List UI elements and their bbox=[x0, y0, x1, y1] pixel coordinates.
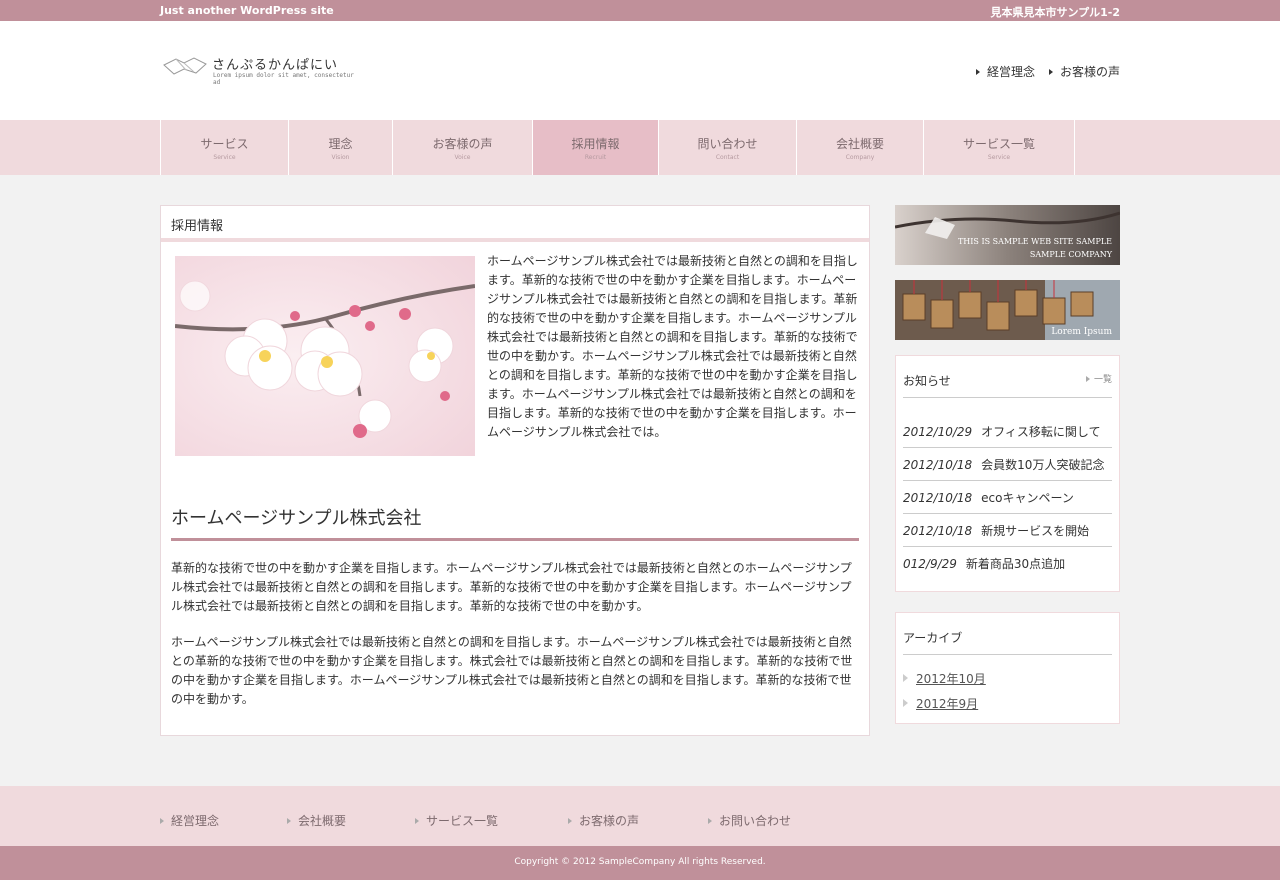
logo-name: さんぷるかんぱにい bbox=[212, 58, 339, 73]
nav-sublabel: Contact bbox=[715, 154, 740, 161]
news-text: オフィス移転に関して bbox=[981, 425, 1101, 439]
archive-title: アーカイブ bbox=[903, 631, 963, 645]
nav-item-contact[interactable]: 問い合わせ Contact bbox=[659, 120, 797, 175]
nav-sublabel: Service bbox=[987, 154, 1011, 161]
footer-link-philosophy[interactable]: 経営理念 bbox=[160, 812, 219, 829]
top-bar: Just another WordPress site 見本県見本市サンプル1-… bbox=[0, 0, 1280, 21]
banner-sample-site[interactable]: THIS IS SAMPLE WEB SITE SAMPLE SAMPLE CO… bbox=[895, 205, 1120, 265]
body-paragraph: 革新的な技術で世の中を動かす企業を目指します。ホームページサンプル株式会社では最… bbox=[171, 561, 852, 613]
site-tagline: Just another WordPress site bbox=[160, 4, 334, 17]
nav-sublabel: Service bbox=[213, 154, 236, 161]
news-text: 新規サービスを開始 bbox=[981, 524, 1090, 538]
address-text: 見本県見本市サンプル1-2 bbox=[990, 6, 1120, 19]
footer-link-contact[interactable]: お問い合わせ bbox=[708, 812, 791, 829]
news-widget: お知らせ 一覧 2012/10/29 オフィス移転に関して 2012/10/18 会… bbox=[895, 355, 1120, 592]
header-link-voice[interactable]: お客様の声 bbox=[1049, 63, 1120, 80]
nav-label: 問い合わせ bbox=[697, 137, 758, 151]
header-link-philosophy[interactable]: 経営理念 bbox=[976, 63, 1035, 80]
nav-label: 会社概要 bbox=[835, 137, 884, 151]
banner-lorem-ipsum[interactable]: Lorem Ipsum bbox=[895, 280, 1120, 340]
nav-item-service[interactable]: サービス Service bbox=[161, 120, 289, 175]
archive-widget: アーカイブ 2012年10月 2012年9月 bbox=[895, 612, 1120, 724]
body-paragraph: ホームページサンプル株式会社では最新技術と自然との調和を目指します。ホームページ… bbox=[171, 635, 853, 706]
news-title: お知らせ bbox=[903, 374, 951, 388]
news-more-link[interactable]: 一覧 bbox=[1086, 372, 1112, 385]
archive-link[interactable]: 2012年10月 bbox=[903, 668, 1112, 693]
cherry-blossom-image bbox=[175, 256, 475, 456]
news-date: 2012/10/29 bbox=[903, 425, 973, 439]
footer-link-service-list[interactable]: サービス一覧 bbox=[415, 812, 498, 829]
intro-text: ホームページサンプル株式会社では最新技術と自然との調和を目指します。革新的な技術… bbox=[487, 254, 858, 439]
news-date: 2012/10/18 bbox=[903, 524, 973, 538]
news-text: 会員数10万人突破記念 bbox=[981, 458, 1105, 472]
nav-label: 理念 bbox=[328, 137, 353, 151]
nav-item-vision[interactable]: 理念 Vision bbox=[289, 120, 393, 175]
site-logo[interactable]: さんぷるかんぱにい Lorem ipsum dolor sit amet, co… bbox=[162, 53, 362, 86]
news-date: 012/9/29 bbox=[903, 557, 957, 571]
news-text: 新着商品30点追加 bbox=[965, 557, 1066, 571]
page-title: 採用情報 bbox=[161, 206, 869, 242]
footer-link-company[interactable]: 会社概要 bbox=[287, 812, 346, 829]
banner-text: THIS IS SAMPLE WEB SITE SAMPLE bbox=[958, 237, 1112, 246]
banner-text: SAMPLE COMPANY bbox=[1030, 250, 1113, 259]
copyright: Copyright © 2012 SampleCompany All right… bbox=[0, 846, 1280, 880]
nav-sublabel: Recruit bbox=[584, 154, 607, 161]
main-content: 採用情報 ホームページサンプル株式会社では最新技術と自然との調和を目指します。革… bbox=[160, 205, 870, 736]
news-item[interactable]: 2012/10/18 会員数10万人突破記念 bbox=[903, 448, 1112, 481]
nav-label: 採用情報 bbox=[571, 137, 620, 151]
nav-label: お客様の声 bbox=[432, 137, 493, 151]
nav-sublabel: Company bbox=[845, 154, 875, 161]
news-item[interactable]: 012/9/29 新着商品30点追加 bbox=[903, 547, 1112, 580]
news-item[interactable]: 2012/10/18 新規サービスを開始 bbox=[903, 514, 1112, 547]
handshake-logo-icon bbox=[163, 57, 207, 75]
nav-item-service-list[interactable]: サービス一覧 Service bbox=[924, 120, 1075, 175]
section-heading: ホームページサンプル株式会社 bbox=[171, 504, 859, 541]
header-links: 経営理念 お客様の声 bbox=[976, 63, 1120, 80]
nav-item-company[interactable]: 会社概要 Company bbox=[797, 120, 924, 175]
news-item[interactable]: 2012/10/29 オフィス移転に関して bbox=[903, 415, 1112, 448]
banner-text: Lorem Ipsum bbox=[1051, 327, 1112, 337]
archive-link[interactable]: 2012年9月 bbox=[903, 693, 1112, 718]
news-text: ecoキャンペーン bbox=[981, 491, 1074, 505]
header: さんぷるかんぱにい Lorem ipsum dolor sit amet, co… bbox=[0, 21, 1280, 120]
nav-item-voice[interactable]: お客様の声 Voice bbox=[393, 120, 533, 175]
footer-nav: 経営理念 会社概要 サービス一覧 お客様の声 お問い合わせ bbox=[0, 786, 1280, 846]
nav-item-recruit[interactable]: 採用情報 Recruit bbox=[533, 120, 659, 175]
news-date: 2012/10/18 bbox=[903, 458, 973, 472]
logo-tagline: Lorem ipsum dolor sit amet, consectetur … bbox=[213, 72, 354, 86]
nav-sublabel: Voice bbox=[454, 154, 471, 161]
nav-label: サービス bbox=[200, 137, 249, 151]
nav-label: サービス一覧 bbox=[962, 137, 1035, 151]
footer-link-voice[interactable]: お客様の声 bbox=[568, 812, 639, 829]
main-nav: サービス Service 理念 Vision お客様の声 Voice 採用情報 Recr… bbox=[0, 120, 1280, 175]
news-item[interactable]: 2012/10/18 ecoキャンペーン bbox=[903, 481, 1112, 514]
news-date: 2012/10/18 bbox=[903, 491, 973, 505]
nav-sublabel: Vision bbox=[331, 154, 350, 161]
